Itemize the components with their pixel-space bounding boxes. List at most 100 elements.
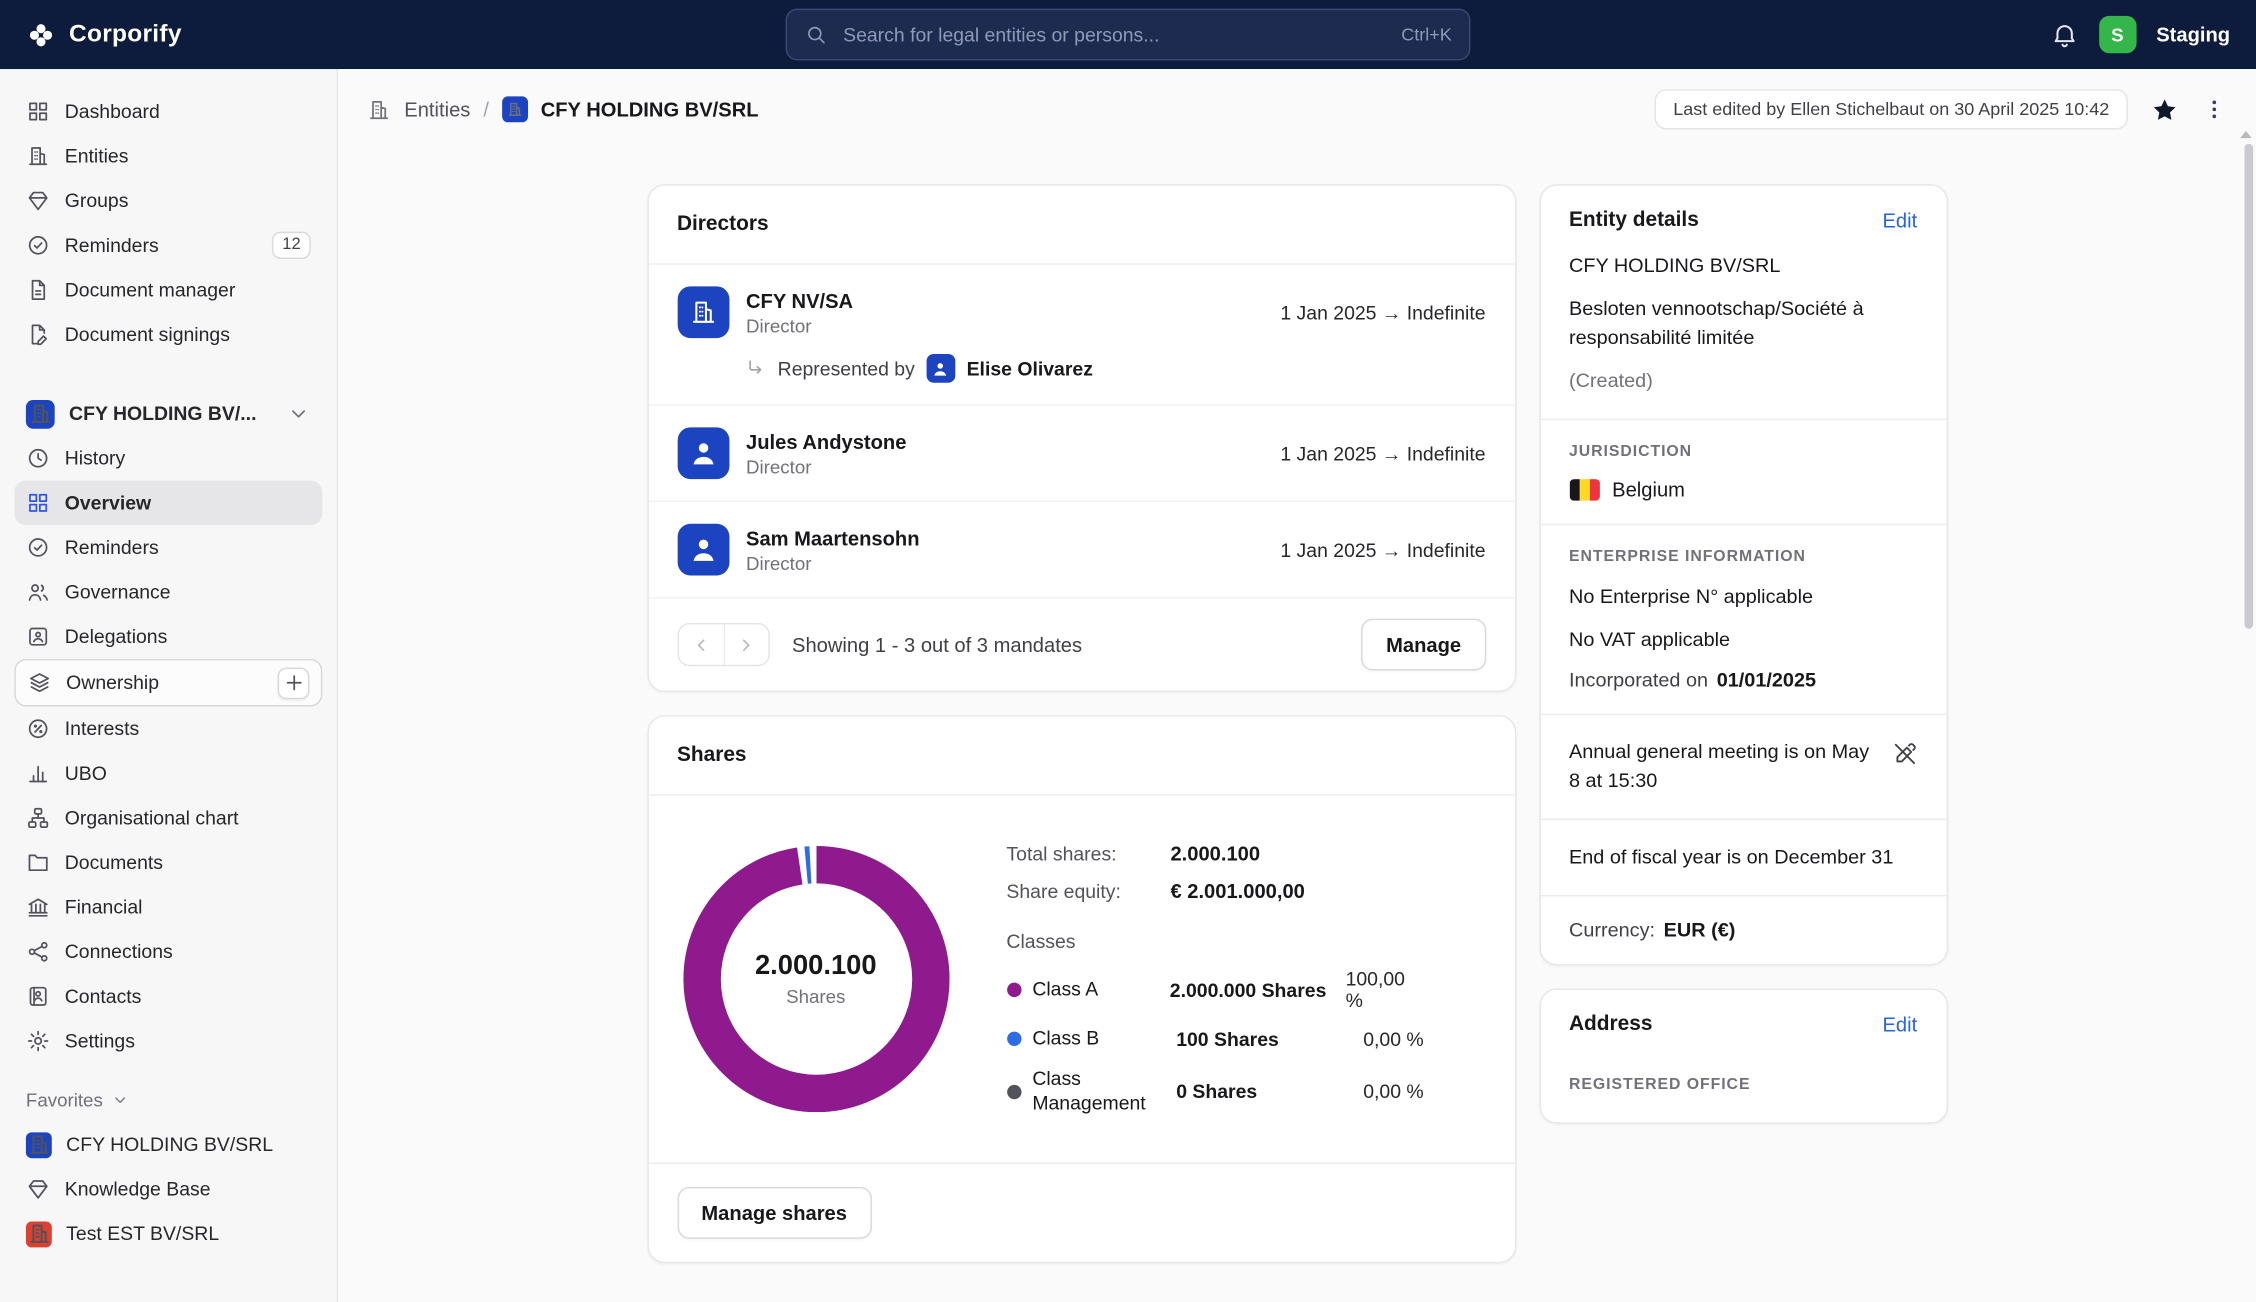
sidebar-item-financial[interactable]: Financial xyxy=(14,885,322,930)
class-management-dot xyxy=(1006,1084,1020,1098)
scrollbar-up-arrow[interactable] xyxy=(2240,131,2252,138)
groups-icon xyxy=(26,188,50,212)
sidebar-item-document-signings[interactable]: Document signings xyxy=(14,312,322,357)
favorite-star-icon[interactable] xyxy=(2151,96,2178,123)
next-page-button[interactable] xyxy=(723,624,768,664)
sidebar-item-interests[interactable]: Interests xyxy=(14,706,322,751)
knowledge-base-icon xyxy=(26,1177,50,1201)
edit-entity-details-link[interactable]: Edit xyxy=(1882,209,1917,232)
share-class-row: Class A 2.000.000 Shares 100,00 % xyxy=(1006,968,1423,1011)
director-name[interactable]: Sam Maartensohn xyxy=(746,526,920,549)
director-role: Director xyxy=(746,314,853,336)
jurisdiction-value: Belgium xyxy=(1612,478,1685,501)
reminders-count-badge: 12 xyxy=(272,232,311,259)
sidebar-item-history[interactable]: History xyxy=(14,436,322,481)
represented-by-row: Represented by Elise Olivarez xyxy=(677,354,1486,383)
sidebar-item-ownership[interactable]: Ownership xyxy=(14,659,322,706)
entities-icon xyxy=(26,144,50,168)
sidebar-item-settings[interactable]: Settings xyxy=(14,1019,322,1064)
document-signings-icon xyxy=(26,322,50,346)
notifications-bell-icon[interactable] xyxy=(2050,20,2079,49)
entity-name: CFY HOLDING BV/SRL xyxy=(1569,252,1917,281)
address-card: Address Edit REGISTERED OFFICE xyxy=(1539,988,1948,1123)
share-equity-label: Share equity: xyxy=(1006,880,1170,902)
prev-page-button[interactable] xyxy=(678,624,723,664)
shares-card: Shares 2.000.100 Shares xyxy=(647,715,1516,1263)
app-root: Corporify Ctrl+K S Staging Dashboard Ent… xyxy=(0,0,2256,1302)
director-row: Sam Maartensohn Director 1 Jan 2025 → In… xyxy=(648,502,1514,598)
fiscal-year-info: End of fiscal year is on December 31 xyxy=(1569,843,1917,872)
person-avatar xyxy=(926,354,955,383)
search-input[interactable] xyxy=(840,22,1388,46)
brand-logo[interactable]: Corporify xyxy=(26,19,182,49)
entity-icon xyxy=(26,1132,52,1158)
directors-card: Directors CFY NV/SA Director 1 J xyxy=(647,184,1516,692)
manage-shares-button[interactable]: Manage shares xyxy=(677,1186,871,1238)
global-search[interactable]: Ctrl+K xyxy=(786,9,1471,61)
corner-down-right-icon xyxy=(743,357,766,380)
director-row: CFY NV/SA Director 1 Jan 2025 → Indefini… xyxy=(648,265,1514,406)
sidebar-item-delegations[interactable]: Delegations xyxy=(14,614,322,659)
pagination-controls xyxy=(677,623,769,666)
user-avatar[interactable]: S xyxy=(2099,16,2136,53)
director-role: Director xyxy=(746,455,906,477)
class-a-dot xyxy=(1006,983,1020,997)
manage-directors-button[interactable]: Manage xyxy=(1362,619,1486,671)
org-chart-icon xyxy=(26,806,50,830)
entity-selector[interactable]: CFY HOLDING BV/... xyxy=(14,391,322,436)
sidebar-item-contacts[interactable]: Contacts xyxy=(14,974,322,1019)
ownership-icon xyxy=(27,670,51,694)
shares-title: Shares xyxy=(648,717,1514,796)
search-shortcut: Ctrl+K xyxy=(1401,24,1451,44)
building-icon xyxy=(688,298,717,327)
sidebar-item-ubo[interactable]: UBO xyxy=(14,751,322,796)
favorite-item-knowledge-base[interactable]: Knowledge Base xyxy=(14,1167,322,1212)
scrollbar-thumb[interactable] xyxy=(2244,144,2253,629)
sidebar-item-organisational-chart[interactable]: Organisational chart xyxy=(14,796,322,841)
building-icon xyxy=(28,401,52,425)
chevron-left-icon xyxy=(690,634,712,656)
share-equity-value: € 2.001.000,00 xyxy=(1170,879,1423,902)
registered-office-label: REGISTERED OFFICE xyxy=(1569,1076,1917,1093)
sidebar-item-documents[interactable]: Documents xyxy=(14,840,322,885)
shares-donut-chart: 2.000.100 Shares xyxy=(683,846,949,1112)
breadcrumb-current[interactable]: CFY HOLDING BV/SRL xyxy=(541,98,759,121)
favorite-item-cfy-holding[interactable]: CFY HOLDING BV/SRL xyxy=(14,1122,322,1167)
sidebar-item-reminders[interactable]: Reminders 12 xyxy=(14,223,322,268)
favorites-header[interactable]: Favorites xyxy=(26,1089,311,1111)
chevron-right-icon xyxy=(735,634,757,656)
sidebar-item-connections[interactable]: Connections xyxy=(14,929,322,974)
sidebar-item-groups[interactable]: Groups xyxy=(14,178,322,223)
sidebar-item-document-manager[interactable]: Document manager xyxy=(14,268,322,313)
director-row: Jules Andystone Director 1 Jan 2025 → In… xyxy=(648,406,1514,502)
more-options-icon[interactable] xyxy=(2201,96,2227,122)
sidebar-item-entities[interactable]: Entities xyxy=(14,134,322,179)
contacts-icon xyxy=(26,984,50,1008)
building-icon xyxy=(506,101,523,118)
director-name[interactable]: Jules Andystone xyxy=(746,429,906,452)
documents-icon xyxy=(26,850,50,874)
edit-address-link[interactable]: Edit xyxy=(1882,1013,1917,1036)
directors-title: Directors xyxy=(648,186,1514,265)
clover-logo-icon xyxy=(26,19,56,49)
director-name[interactable]: CFY NV/SA xyxy=(746,288,853,311)
vat-status: No VAT applicable xyxy=(1569,626,1917,655)
pen-slash-icon[interactable] xyxy=(1891,741,1917,767)
sidebar-item-governance[interactable]: Governance xyxy=(14,570,322,615)
add-ownership-button[interactable] xyxy=(278,667,310,699)
total-shares-label: Total shares: xyxy=(1006,842,1170,864)
share-class-row: Class B 100 Shares 0,00 % xyxy=(1006,1027,1423,1051)
entity-avatar xyxy=(677,286,729,338)
mandate-period: 1 Jan 2025 → Indefinite xyxy=(1280,301,1485,323)
sidebar-item-overview[interactable]: Overview xyxy=(14,481,322,526)
financial-icon xyxy=(26,895,50,919)
representative-name[interactable]: Elise Olivarez xyxy=(967,358,1093,380)
search-icon xyxy=(804,23,827,46)
breadcrumb-entities[interactable]: Entities xyxy=(404,98,470,121)
favorite-item-test-est[interactable]: Test EST BV/SRL xyxy=(14,1211,322,1256)
sidebar-item-entity-reminders[interactable]: Reminders xyxy=(14,525,322,570)
classes-label: Classes xyxy=(1006,931,1423,953)
entity-icon xyxy=(26,399,55,428)
sidebar-item-dashboard[interactable]: Dashboard xyxy=(14,89,322,134)
sidebar: Dashboard Entities Groups Reminders 12 D… xyxy=(0,69,338,1302)
